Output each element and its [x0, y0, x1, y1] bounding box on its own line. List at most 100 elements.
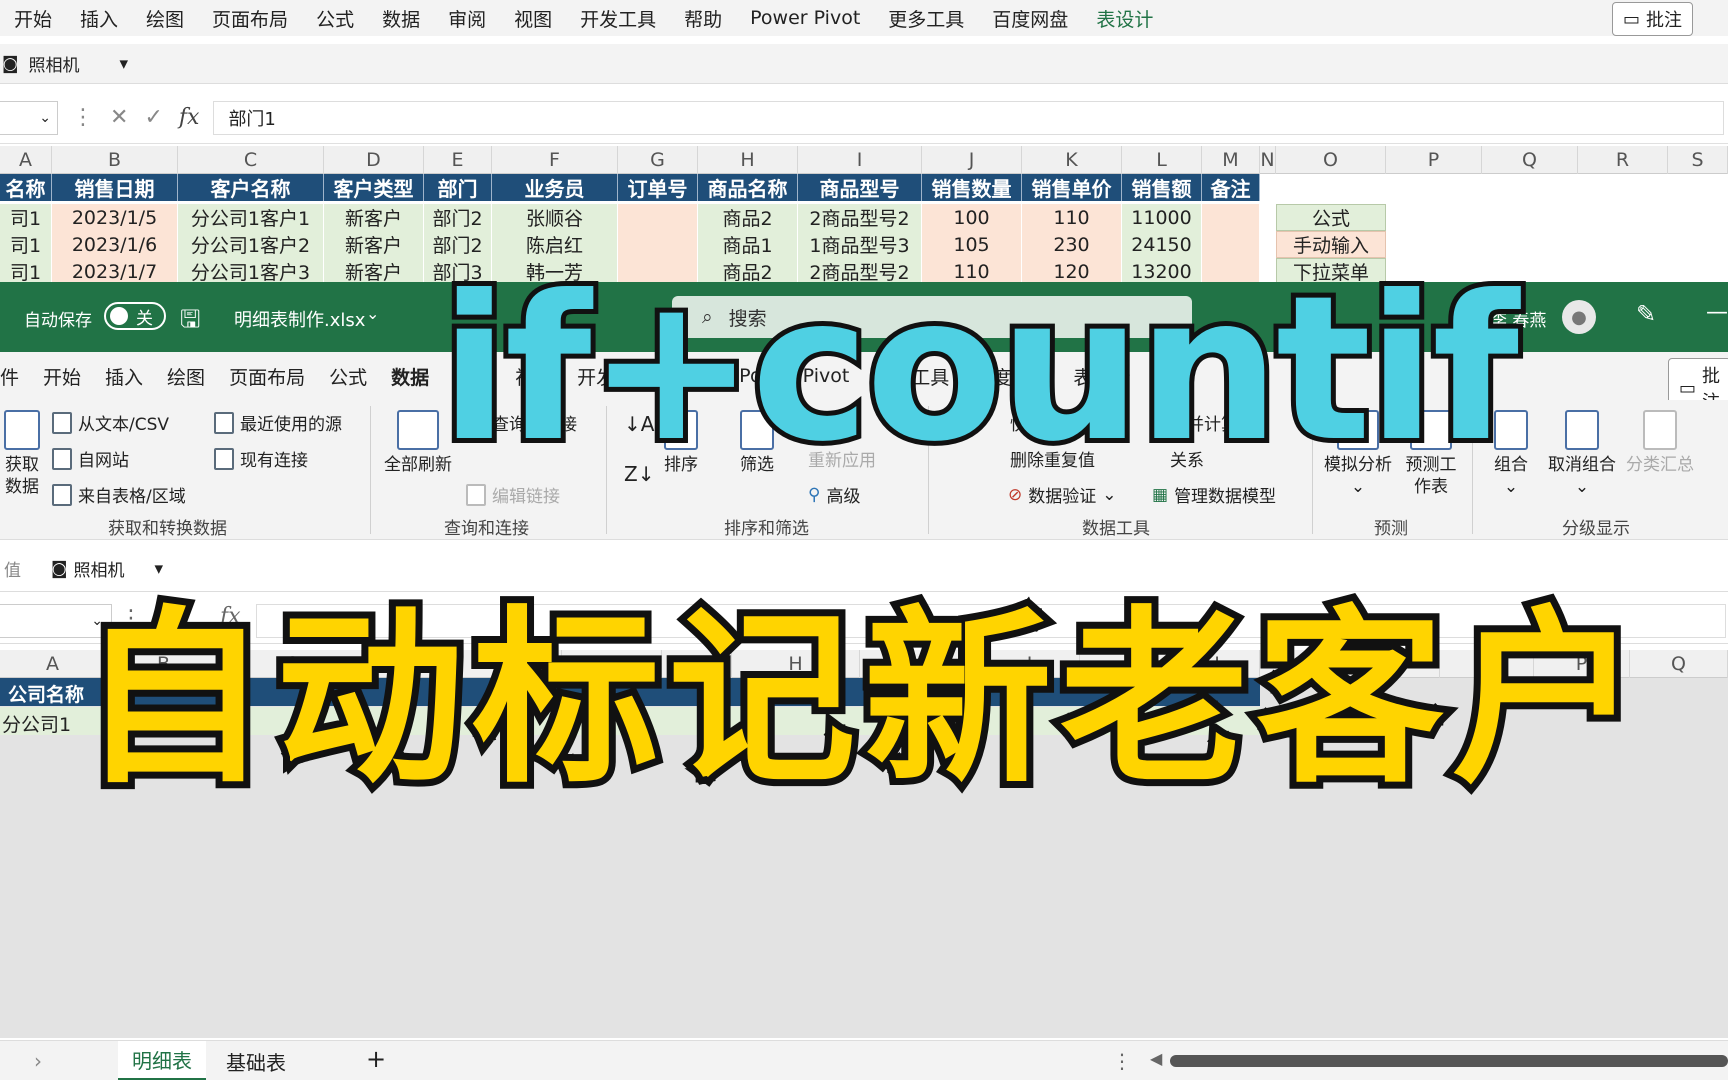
table-header-cell[interactable]: 名称: [0, 174, 52, 201]
tab-page-layout[interactable]: 页面布局: [217, 363, 317, 390]
tab-view[interactable]: 视图: [500, 5, 566, 32]
sheet-tab-base[interactable]: 基础表: [212, 1041, 300, 1080]
comment-button[interactable]: ▭ 批注: [1612, 2, 1694, 36]
table-header-cell[interactable]: 销售单价: [1022, 174, 1122, 201]
table-header-cell[interactable]: 部门: [424, 174, 492, 201]
cell[interactable]: 2023/1/5: [52, 204, 178, 231]
table-header-cell[interactable]: 商品名称: [698, 174, 798, 201]
cell[interactable]: 分公司1客户1: [178, 204, 324, 231]
tab-table-design[interactable]: 表设计: [1082, 5, 1167, 32]
subtotal-button[interactable]: 分类汇总: [1626, 410, 1694, 476]
cell[interactable]: [618, 204, 698, 231]
name-box[interactable]: ⌄: [0, 100, 58, 135]
col-header[interactable]: G: [618, 146, 698, 174]
tab-more-tools[interactable]: 更多工具: [874, 5, 978, 32]
tab-draw[interactable]: 绘图: [155, 363, 217, 390]
cell[interactable]: 分公司1客户3: [178, 258, 324, 285]
from-web-button[interactable]: 自网站: [52, 446, 129, 471]
tab-file[interactable]: 件: [0, 363, 31, 390]
col-header[interactable]: J: [922, 146, 1022, 174]
cell[interactable]: 100: [922, 204, 1022, 231]
chevron-down-icon[interactable]: ▾: [155, 559, 164, 579]
col-header[interactable]: B: [52, 146, 178, 174]
col-header[interactable]: P: [1386, 146, 1482, 174]
add-sheet-button[interactable]: +: [366, 1045, 386, 1073]
cell[interactable]: 司1: [0, 231, 52, 258]
tab-help[interactable]: 帮助: [670, 5, 736, 32]
cell[interactable]: 2023/1/7: [52, 258, 178, 285]
chevron-down-icon[interactable]: ⌄: [366, 304, 379, 323]
check-icon[interactable]: ✓: [144, 105, 162, 130]
scroll-left-icon[interactable]: ◀: [1150, 1049, 1162, 1068]
tab-draw[interactable]: 绘图: [132, 5, 198, 32]
get-data-button[interactable]: 获取数据: [0, 410, 44, 498]
from-table-button[interactable]: 来自表格/区域: [52, 482, 186, 507]
recent-sources-button[interactable]: 最近使用的源: [214, 410, 342, 435]
autosave-toggle[interactable]: 关: [104, 302, 166, 330]
chevron-down-icon[interactable]: ▾: [120, 54, 129, 74]
ungroup-button[interactable]: 取消组合 ⌄: [1548, 410, 1616, 498]
col-header[interactable]: I: [798, 146, 922, 174]
col-header[interactable]: L: [1122, 146, 1202, 174]
col-header[interactable]: Q: [1482, 146, 1578, 174]
table-header-cell[interactable]: 销售数量: [922, 174, 1022, 201]
camera-label[interactable]: 照相机: [29, 51, 80, 76]
col-header[interactable]: O: [1276, 146, 1386, 174]
table-header-cell[interactable]: 业务员: [492, 174, 618, 201]
camera-label[interactable]: 照相机: [74, 556, 125, 581]
cell[interactable]: 张顺谷: [492, 204, 618, 231]
cell[interactable]: 分公司1: [2, 710, 71, 737]
col-header[interactable]: A: [0, 146, 52, 174]
tab-developer[interactable]: 开发工具: [566, 5, 670, 32]
col-header[interactable]: E: [424, 146, 492, 174]
col-header[interactable]: N: [1260, 146, 1276, 174]
file-name[interactable]: 明细表制作.xlsx: [234, 306, 365, 332]
camera-icon[interactable]: ◙: [2, 54, 19, 74]
col-header[interactable]: R: [1578, 146, 1668, 174]
col-header[interactable]: H: [698, 146, 798, 174]
cell[interactable]: 新客户: [324, 231, 424, 258]
existing-connections-button[interactable]: 现有连接: [214, 446, 308, 471]
cell[interactable]: 110: [1022, 204, 1122, 231]
cell[interactable]: 新客户: [324, 204, 424, 231]
formula-input[interactable]: 部门1: [213, 100, 1724, 135]
cell[interactable]: 司1: [0, 258, 52, 285]
table-header-cell[interactable]: 订单号: [618, 174, 698, 201]
tab-data[interactable]: 数据: [368, 5, 434, 32]
col-header[interactable]: C: [178, 146, 324, 174]
sheet-tab-detail[interactable]: 明细表: [118, 1041, 206, 1080]
cancel-icon[interactable]: ✕: [110, 105, 128, 130]
col-header[interactable]: K: [1022, 146, 1122, 174]
col-header[interactable]: D: [324, 146, 424, 174]
table-header-cell[interactable]: 客户类型: [324, 174, 424, 201]
table-header-cell[interactable]: 公司名称: [8, 680, 84, 707]
table-header-cell[interactable]: 客户名称: [178, 174, 324, 201]
fx-icon[interactable]: fx: [179, 105, 200, 130]
minimize-icon[interactable]: —: [1706, 300, 1728, 325]
cell[interactable]: 分公司1客户2: [178, 231, 324, 258]
save-icon[interactable]: 🖫: [180, 302, 200, 343]
tab-insert[interactable]: 插入: [93, 363, 155, 390]
col-header[interactable]: M: [1202, 146, 1260, 174]
cell[interactable]: 部门2: [424, 204, 492, 231]
avatar[interactable]: ●: [1562, 300, 1596, 334]
from-text-button[interactable]: 从文本/CSV: [52, 410, 169, 435]
cell[interactable]: 商品2: [698, 204, 798, 231]
tab-formulas[interactable]: 公式: [302, 5, 368, 32]
chevron-right-icon[interactable]: ›: [34, 1049, 42, 1073]
col-header[interactable]: S: [1668, 146, 1728, 174]
tab-insert[interactable]: 插入: [66, 5, 132, 32]
tab-page-layout[interactable]: 页面布局: [198, 5, 302, 32]
cell[interactable]: 新客户: [324, 258, 424, 285]
cell[interactable]: 2023/1/6: [52, 231, 178, 258]
tab-home[interactable]: 开始: [0, 5, 66, 32]
table-header-cell[interactable]: 商品型号: [798, 174, 922, 201]
tab-home[interactable]: 开始: [31, 363, 93, 390]
col-header[interactable]: F: [492, 146, 618, 174]
camera-icon[interactable]: ◙: [51, 559, 68, 579]
pen-icon[interactable]: ✎: [1636, 300, 1656, 328]
cell[interactable]: 司1: [0, 204, 52, 231]
cell[interactable]: [1202, 204, 1260, 231]
cell[interactable]: 11000: [1122, 204, 1202, 231]
table-header-cell[interactable]: 备注: [1202, 174, 1260, 201]
